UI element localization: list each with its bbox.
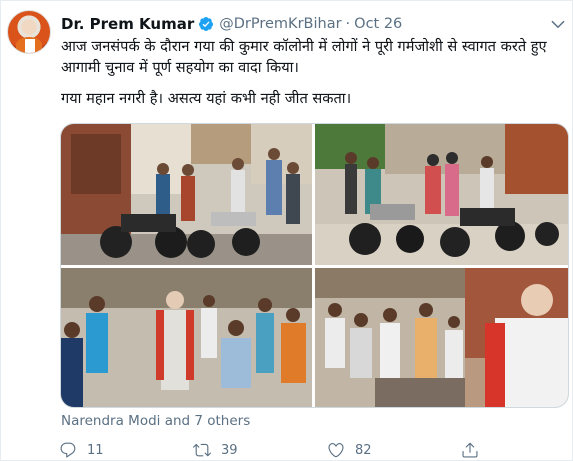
tweet-text-line2: गया महान नगरी है। असत्य यहां कभी नही जीत…: [61, 90, 352, 107]
author-name[interactable]: Dr. Prem Kumar: [61, 15, 194, 33]
avatar[interactable]: [7, 10, 51, 54]
tweet-text-line1: आज जनसंपर्क के दौरान गया की कुमार कॉलोनी…: [61, 38, 547, 76]
tweet-photo-2[interactable]: [315, 124, 568, 265]
action-bar: 11 39 82: [59, 441, 499, 461]
retweet-count: 39: [221, 442, 238, 458]
reply-button[interactable]: 11: [59, 441, 104, 459]
verified-badge-icon: [198, 16, 214, 32]
avatar-shirt: [25, 39, 35, 53]
tweet-photo-3[interactable]: [61, 268, 312, 407]
reply-icon: [60, 442, 76, 458]
like-button[interactable]: 82: [327, 441, 372, 459]
heart-icon: [328, 443, 344, 458]
tweet-photo-1[interactable]: [61, 124, 312, 265]
separator-dot: ·: [345, 16, 351, 32]
retweet-icon: [193, 443, 211, 457]
tweet-text: आज जनसंपर्क के दौरान गया की कुमार कॉलोनी…: [61, 37, 569, 110]
media-grid: [60, 123, 569, 408]
author-handle[interactable]: @DrPremKrBihar: [219, 16, 341, 32]
chevron-down-icon[interactable]: [549, 15, 567, 33]
tweet-card[interactable]: Dr. Prem Kumar @DrPremKrBihar · Oct 26 आ…: [0, 0, 573, 461]
share-button[interactable]: [461, 441, 489, 459]
share-icon: [462, 442, 478, 458]
tweet-date[interactable]: Oct 26: [354, 16, 402, 32]
tweet-photo-4[interactable]: [315, 268, 568, 407]
liked-by-text[interactable]: Narendra Modi and 7 others: [61, 413, 250, 429]
tweet-header: Dr. Prem Kumar @DrPremKrBihar · Oct 26: [61, 13, 402, 35]
like-count: 82: [355, 442, 372, 458]
retweet-button[interactable]: 39: [193, 441, 238, 459]
reply-count: 11: [87, 442, 104, 458]
